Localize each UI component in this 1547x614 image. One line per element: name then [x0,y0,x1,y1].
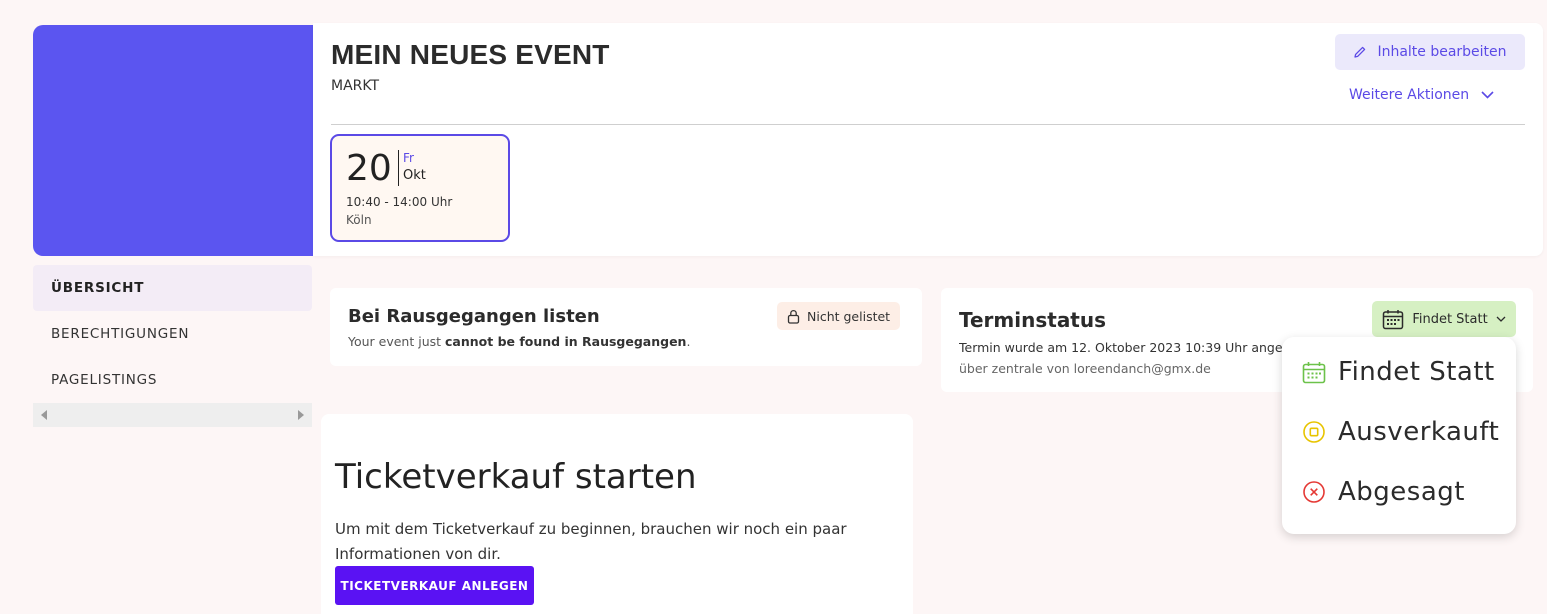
chevron-down-icon [1496,316,1506,322]
date-day: 20 [346,148,392,189]
sidebar-item-label: BERECHTIGUNGEN [51,326,190,342]
scroll-left-arrow-icon[interactable] [41,410,47,420]
status-option-label: Findet Statt [1338,357,1495,387]
sidebar-item-permissions[interactable]: BERECHTIGUNGEN [33,311,312,357]
status-dropdown-button[interactable]: Findet Statt [1372,301,1516,337]
edit-content-button[interactable]: Inhalte bearbeiten [1335,34,1525,70]
date-city: Köln [346,213,372,227]
date-separator [398,150,399,186]
status-created-text: Termin wurde am 12. Oktober 2023 10:39 U… [959,340,1283,355]
date-weekday: Fr [403,151,414,165]
sidebar-item-pagelistings[interactable]: PAGELISTINGS [33,357,312,403]
more-actions-button[interactable]: Weitere Aktionen [1349,87,1494,103]
event-type: MARKT [331,78,380,94]
edit-content-label: Inhalte bearbeiten [1377,44,1507,60]
sidebar-item-overview[interactable]: ÜBERSICHT [33,265,312,311]
more-actions-label: Weitere Aktionen [1349,87,1470,103]
ticket-description: Um mit dem Ticketverkauf zu beginnen, br… [335,520,847,563]
pencil-icon [1354,46,1366,58]
ticket-sales-card: Ticketverkauf starten Um mit dem Ticketv… [321,414,913,614]
sidebar-item-label: PAGELISTINGS [51,372,158,388]
status-option-findet-statt[interactable]: Findet Statt [1302,357,1495,387]
listing-card: Bei Rausgegangen listen Your event just … [330,288,922,366]
sidebar-item-label: ÜBERSICHT [51,280,145,296]
listing-badge-label: Nicht gelistet [807,308,891,324]
status-option-abgesagt[interactable]: Abgesagt [1302,477,1465,507]
event-cover-image [33,25,313,256]
calendar-icon [1383,309,1404,329]
chevron-down-icon [1481,91,1494,99]
ticket-title: Ticketverkauf starten [335,457,697,497]
event-title: MEIN NEUES EVENT [331,39,610,70]
status-current-label: Findet Statt [1412,311,1488,327]
date-month: Okt [403,168,426,183]
status-creator-text: über zentrale von loreendanch@gmx.de [959,361,1211,376]
status-option-label: Abgesagt [1338,477,1465,507]
status-option-ausverkauft[interactable]: Ausverkauft [1302,417,1499,447]
listing-subtitle: Your event just cannot be found in Rausg… [348,334,691,349]
scroll-right-arrow-icon[interactable] [298,410,304,420]
status-title: Terminstatus [959,308,1107,332]
lock-icon [787,309,800,324]
status-option-label: Ausverkauft [1338,417,1500,447]
event-date-card[interactable]: 20 Fr Okt 10:40 - 14:00 Uhr Köln [330,134,510,242]
listing-title: Bei Rausgegangen listen [348,306,600,327]
status-dropdown-menu: Findet Statt Ausverkauft Abgesagt [1282,337,1516,534]
listing-status-badge: Nicht gelistet [777,302,901,330]
event-header-card: MEIN NEUES EVENT MARKT Inhalte bearbeite… [313,23,1543,256]
date-time: 10:40 - 14:00 Uhr [346,195,453,209]
sidebar-scrollbar[interactable] [33,403,312,427]
create-ticket-sales-button[interactable]: TICKETVERKAUF ANLEGEN [335,566,534,605]
header-divider [331,124,1525,125]
cancel-icon [1303,481,1325,503]
sold-out-icon [1303,421,1325,443]
calendar-icon [1302,361,1326,383]
